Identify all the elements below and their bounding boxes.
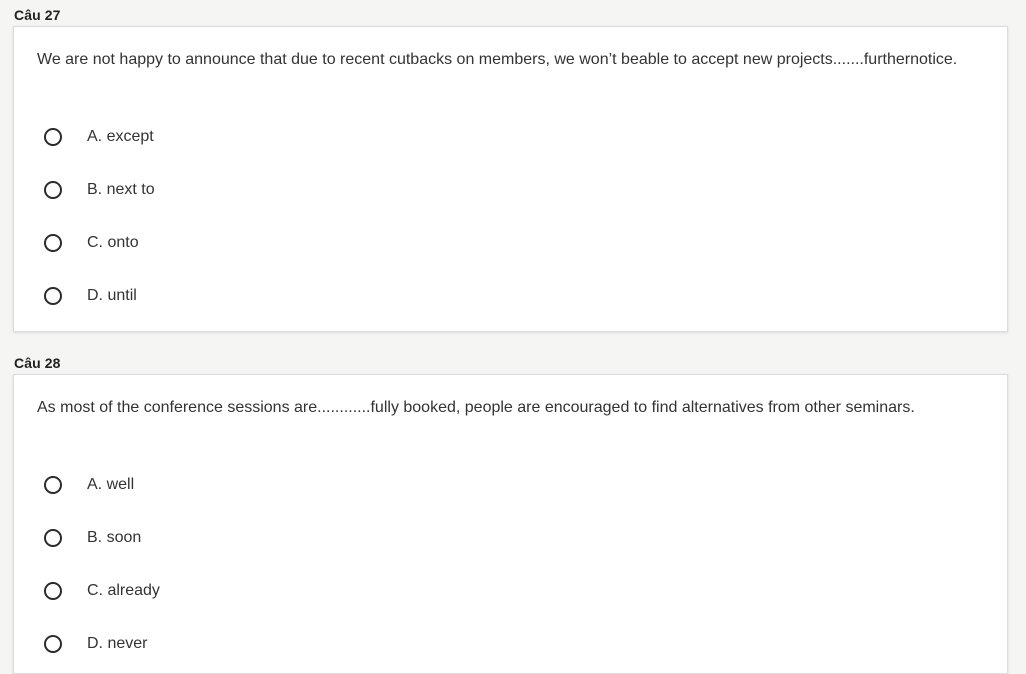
radio-button-icon[interactable]	[44, 287, 62, 305]
option-c[interactable]: C. already	[44, 579, 160, 603]
radio-button-icon[interactable]	[44, 234, 62, 252]
radio-button-icon[interactable]	[44, 582, 62, 600]
option-label: C. onto	[87, 234, 139, 251]
option-b[interactable]: B. next to	[44, 178, 155, 202]
radio-button-icon[interactable]	[44, 181, 62, 199]
option-label: C. already	[87, 582, 160, 599]
radio-button-icon[interactable]	[44, 128, 62, 146]
question-title: Câu 28	[14, 355, 61, 371]
option-label: D. until	[87, 287, 137, 304]
option-label: D. never	[87, 635, 148, 652]
option-d[interactable]: D. never	[44, 632, 147, 656]
option-b[interactable]: B. soon	[44, 526, 141, 550]
option-label: B. next to	[87, 181, 155, 198]
option-a[interactable]: A. except	[44, 125, 154, 149]
option-c[interactable]: C. onto	[44, 231, 139, 255]
option-label: A. well	[87, 476, 135, 493]
question-card: As most of the conference sessions are..…	[13, 374, 1008, 674]
radio-button-icon[interactable]	[44, 529, 62, 547]
radio-button-icon[interactable]	[44, 476, 62, 494]
question-title: Câu 27	[14, 7, 61, 23]
option-d[interactable]: D. until	[44, 284, 137, 308]
option-label: B. soon	[87, 529, 142, 546]
question-text: As most of the conference sessions are..…	[37, 399, 915, 416]
option-a[interactable]: A. well	[44, 473, 134, 497]
question-card: We are not happy to announce that due to…	[13, 26, 1008, 332]
question-text: We are not happy to announce that due to…	[37, 51, 958, 68]
radio-button-icon[interactable]	[44, 635, 62, 653]
option-label: A. except	[87, 128, 154, 145]
